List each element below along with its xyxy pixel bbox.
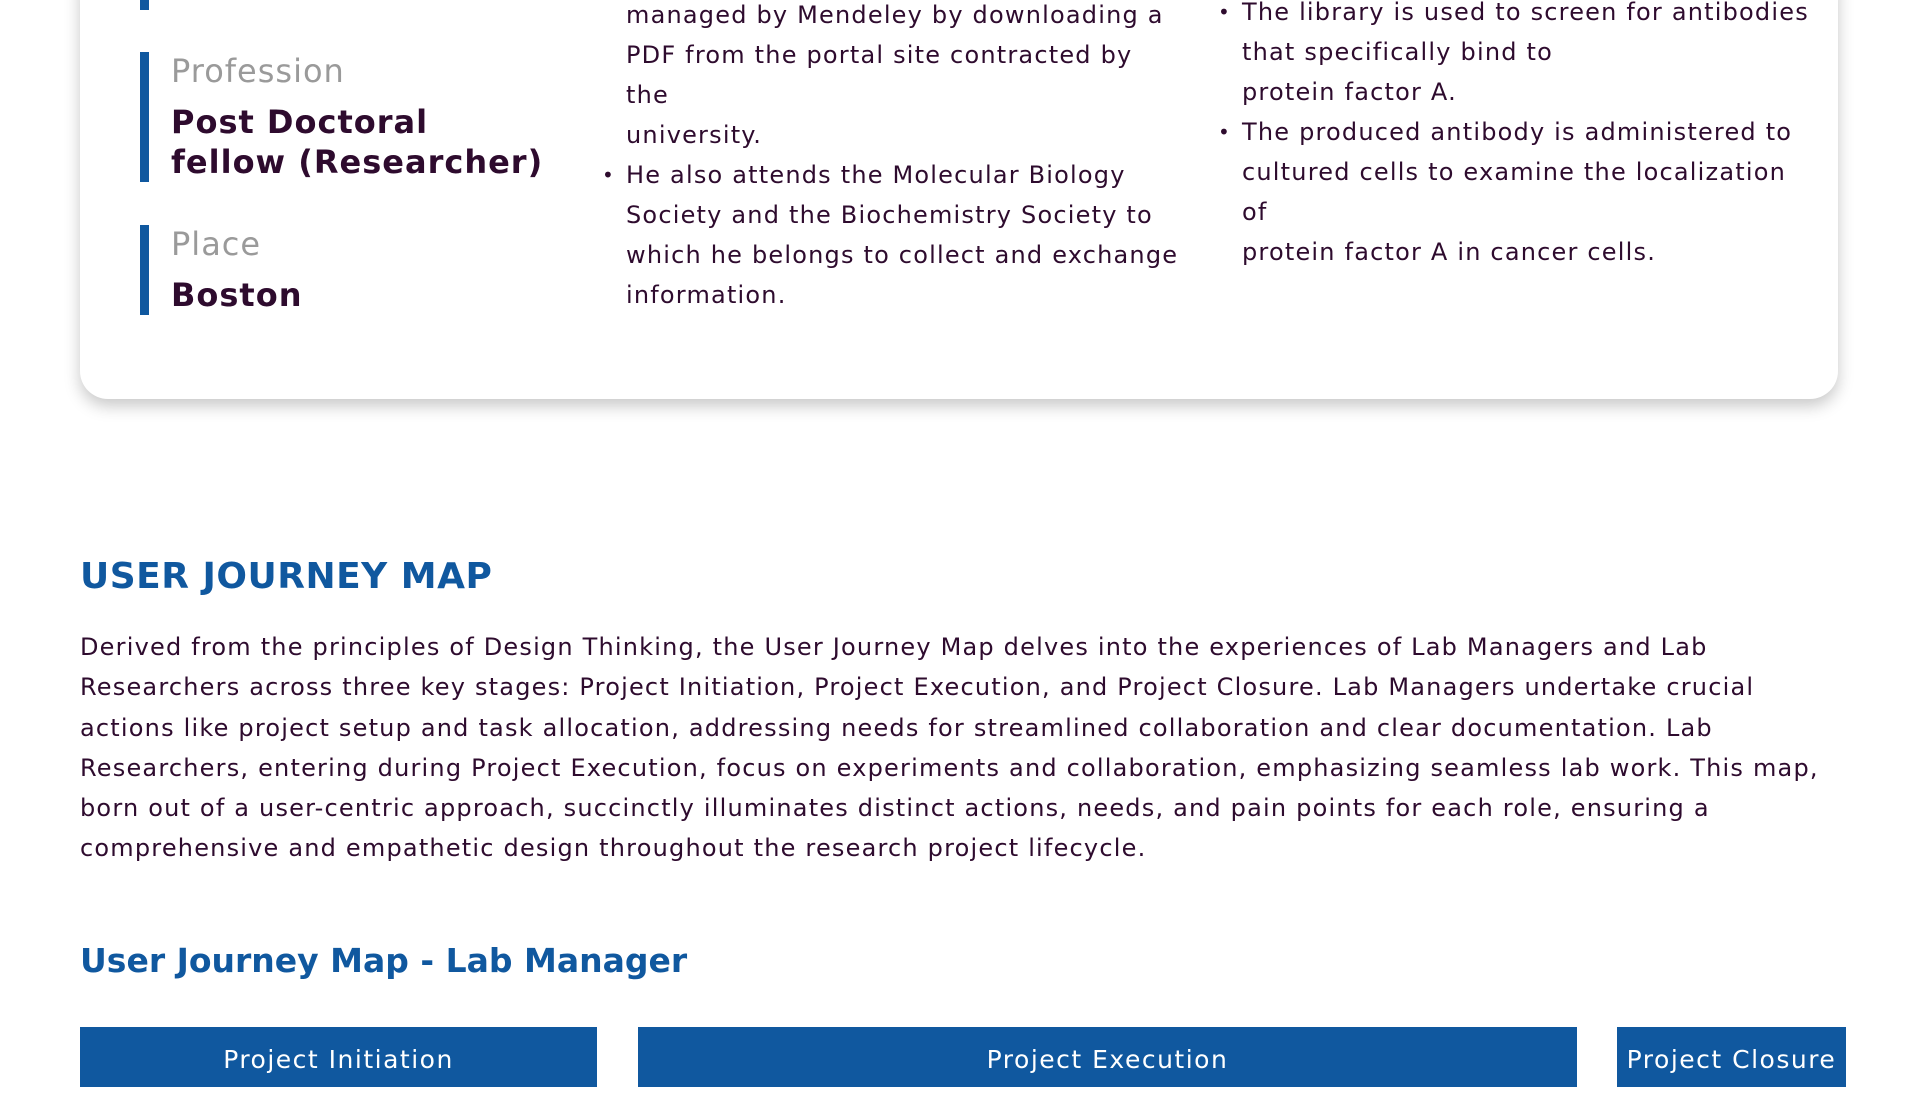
section-title: USER JOURNEY MAP [80, 556, 493, 597]
bullet-icon: • [1218, 0, 1231, 24]
place-label: Place [171, 225, 262, 263]
bullet-icon: • [602, 163, 615, 187]
line: protein factor A in cancer cells. [1242, 238, 1657, 266]
line: which he belongs to collect and exchange [626, 241, 1179, 269]
tools-column: managed by Mendeley by downloading a PDF… [602, 0, 1181, 315]
profession-value-line1: Post Doctoral [171, 103, 429, 141]
line: He also attends the Molecular Biology [626, 161, 1126, 189]
place-attribute: Place Boston [140, 225, 302, 315]
place-value: Boston [171, 276, 303, 314]
subsection-title: User Journey Map - Lab Manager [80, 941, 688, 980]
profession-attribute: Profession Post Doctoral fellow (Researc… [140, 52, 543, 182]
section-description: Derived from the principles of Design Th… [80, 633, 1819, 863]
tasks-column: • The library is used to screen for anti… [1218, 0, 1812, 272]
line: PDF from the portal site contracted by t… [626, 41, 1133, 109]
stage-header-execution: Project Execution [638, 1027, 1577, 1087]
gender-attribute: Male [140, 0, 261, 10]
list-item: • The produced antibody is administered … [1218, 112, 1812, 272]
line: Society and the Biochemistry Society to [626, 201, 1153, 229]
profession-label: Profession [171, 52, 345, 90]
gender-value: Male [171, 0, 261, 8]
stage-header-closure: Project Closure [1617, 1027, 1846, 1087]
line: The produced antibody is administered to [1242, 118, 1793, 146]
line: that specifically bind to [1242, 38, 1553, 66]
line: cultured cells to examine the localizati… [1242, 158, 1787, 226]
profession-value-line2: fellow (Researcher) [171, 143, 544, 181]
list-item: • The library is used to screen for anti… [1218, 0, 1812, 112]
line: information. [626, 281, 787, 309]
line: The library is used to screen for antibo… [1242, 0, 1809, 26]
list-item: managed by Mendeley by downloading a PDF… [626, 0, 1181, 155]
list-item: • He also attends the Molecular Biology … [602, 155, 1181, 315]
line: protein factor A. [1242, 78, 1457, 106]
line: university. [626, 121, 763, 149]
profession-value: Post Doctoral fellow (Researcher) [171, 102, 543, 182]
stage-header-initiation: Project Initiation [80, 1027, 597, 1087]
bullet-icon: • [1218, 120, 1231, 144]
line: managed by Mendeley by downloading a [626, 1, 1164, 29]
